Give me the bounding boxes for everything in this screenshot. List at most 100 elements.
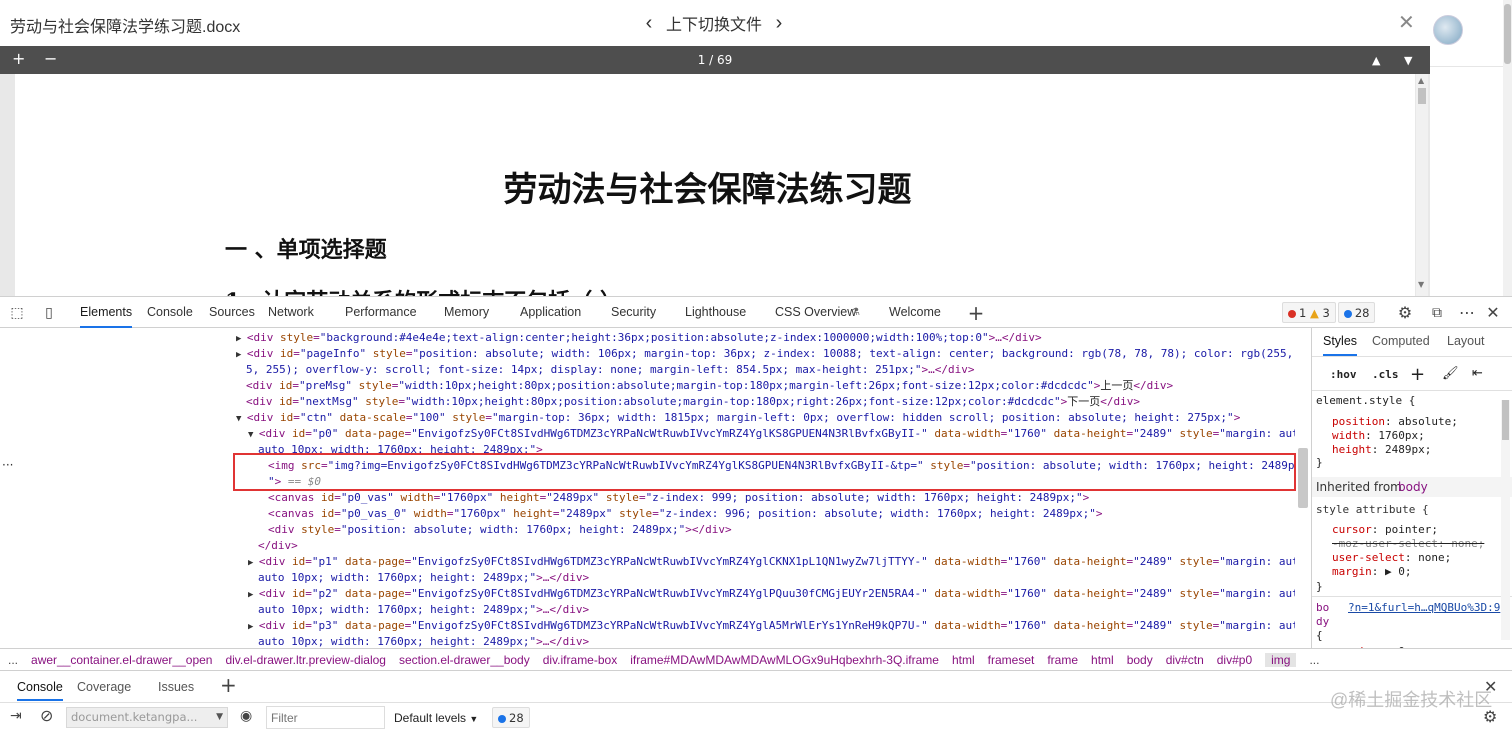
prev-file-chevron-icon[interactable]: ‹ <box>640 12 658 35</box>
css-declaration[interactable]: user-select: none; <box>1332 551 1451 565</box>
issue-badges[interactable]: 1 ▲ 3 28 <box>1282 302 1376 323</box>
scroll-up-arrow-icon[interactable]: ▲ <box>1418 76 1424 85</box>
add-rule-icon[interactable]: + <box>1410 364 1425 385</box>
expand-triangle-icon[interactable]: ▶ <box>248 622 259 632</box>
cls-toggle[interactable]: .cls <box>1372 368 1399 381</box>
tab-network[interactable]: Network <box>268 297 314 328</box>
node-actions-ellipsis[interactable]: ··· <box>2 458 13 472</box>
css-declaration[interactable]: margin: ▶ 0; <box>1332 565 1412 579</box>
collapse-triangle-icon[interactable]: ▼ <box>236 414 247 424</box>
dom-node-line[interactable]: <div style="position: absolute; width: 1… <box>268 522 1295 538</box>
breadcrumb-item[interactable]: section.el-drawer__body <box>399 653 530 667</box>
context-selector[interactable]: document.ketangpa... ▼ <box>66 707 228 728</box>
add-tab-icon[interactable]: + <box>967 303 985 323</box>
tab-sources[interactable]: Sources <box>209 297 255 328</box>
dom-node-line[interactable]: <canvas id="p0_vas_0" width="1760px" hei… <box>268 506 1295 522</box>
breadcrumb-item[interactable]: body <box>1127 653 1153 667</box>
errors-badge[interactable]: 1 ▲ 3 <box>1282 302 1336 323</box>
css-declaration[interactable]: cursor: pointer; <box>1332 523 1438 537</box>
tab-application[interactable]: Application <box>520 297 581 328</box>
document-scrollbar-thumb[interactable] <box>1418 88 1426 104</box>
close-devtools-icon[interactable]: ✕ <box>1484 304 1502 322</box>
tab-lighthouse[interactable]: Lighthouse <box>685 297 746 328</box>
tab-elements[interactable]: Elements <box>80 297 133 328</box>
tab-css-overview[interactable]: CSS Overview <box>775 297 856 328</box>
dom-node-line[interactable]: ▶ <div id="p2" data-page="EnvigofzSy0FCt… <box>248 586 1295 602</box>
dom-node-line[interactable]: <div id="preMsg" style="width:10px;heigh… <box>246 378 1295 394</box>
tab-performance[interactable]: Performance <box>345 297 417 328</box>
live-expression-eye-icon[interactable]: ◉ <box>240 708 252 724</box>
document-scrollbar[interactable]: ▲ ▼ <box>1416 74 1428 296</box>
close-preview-icon[interactable]: ✕ <box>1398 10 1415 34</box>
breadcrumb-item[interactable]: frameset <box>988 653 1035 667</box>
collapse-triangle-icon[interactable]: ▼ <box>248 430 259 440</box>
console-sidebar-icon[interactable]: ⇥ <box>10 708 22 724</box>
page-scrollbar-thumb[interactable] <box>1504 4 1511 64</box>
dom-node-line[interactable]: <div id="nextMsg" style="width:10px;heig… <box>246 394 1295 410</box>
drawer-tab-issues[interactable]: Issues <box>158 680 194 694</box>
tab-layout[interactable]: Layout <box>1447 334 1485 348</box>
expand-triangle-icon[interactable]: ▶ <box>248 558 259 568</box>
drawer-add-tab-icon[interactable]: + <box>220 673 237 697</box>
clear-console-icon[interactable]: ⊘ <box>40 706 53 725</box>
toggle-sidebar-icon[interactable]: ⇤ <box>1472 366 1483 381</box>
breadcrumb-item[interactable]: iframe#MDAwMDAwMDAwMLOGx9uHqbexhrh-3Q.if… <box>630 653 939 667</box>
css-declaration[interactable]: -moz-user-select: none; <box>1332 537 1484 551</box>
dom-node-line[interactable]: ▼ <div id="p0" data-page="EnvigofzSy0FCt… <box>248 426 1295 442</box>
expand-triangle-icon[interactable]: ▶ <box>236 334 247 344</box>
tab-console[interactable]: Console <box>147 297 193 328</box>
log-levels-dropdown[interactable]: Default levels ▼ <box>394 711 478 725</box>
breadcrumb-item[interactable]: html <box>1091 653 1114 667</box>
tab-computed[interactable]: Computed <box>1372 334 1430 348</box>
styles-scrollbar-thumb[interactable] <box>1502 400 1509 440</box>
dom-node-line[interactable]: ▶ <div id="p1" data-page="EnvigofzSy0FCt… <box>248 554 1295 570</box>
more-options-icon[interactable]: ⋯ <box>1458 304 1476 322</box>
breadcrumb-item[interactable]: frame <box>1047 653 1078 667</box>
page-down-icon[interactable]: ▼ <box>1404 52 1412 70</box>
breadcrumb-item[interactable]: awer__container.el-drawer__open <box>31 653 212 667</box>
breadcrumb-item[interactable]: img <box>1265 653 1297 667</box>
tab-security[interactable]: Security <box>611 297 656 328</box>
drawer-tab-coverage[interactable]: Coverage <box>77 680 131 694</box>
page-scrollbar[interactable] <box>1503 0 1512 296</box>
dom-node-line[interactable]: <canvas id="p0_vas" width="1760px" heigh… <box>268 490 1295 506</box>
console-filter-input[interactable] <box>266 706 385 729</box>
dom-node-line[interactable]: auto 10px; width: 1760px; height: 2489px… <box>258 602 1295 618</box>
css-declaration[interactable]: width: 1760px; <box>1332 429 1425 443</box>
body-rule-source-link[interactable]: ?n=1&furl=h…qMQBUo%3D:9 <box>1348 601 1500 615</box>
inspect-element-icon[interactable]: ⬚ <box>8 304 26 322</box>
dom-node-line[interactable]: 5, 255); overflow-y: scroll; font-size: … <box>246 362 1295 378</box>
breadcrumb-item[interactable]: html <box>952 653 975 667</box>
remote-devices-icon[interactable]: ⧉ <box>1428 304 1446 322</box>
expand-triangle-icon[interactable]: ▶ <box>248 590 259 600</box>
hov-toggle[interactable]: :hov <box>1330 368 1357 381</box>
expand-triangle-icon[interactable]: ▶ <box>236 350 247 360</box>
dom-node-line[interactable]: ▶ <div id="p3" data-page="EnvigofzSy0FCt… <box>248 618 1295 634</box>
tab-welcome[interactable]: Welcome <box>889 297 941 328</box>
scroll-down-arrow-icon[interactable]: ▼ <box>1418 280 1424 289</box>
console-messages-badge[interactable]: 28 <box>492 707 530 728</box>
dom-node-line[interactable]: </div> <box>258 538 1295 554</box>
breadcrumb-item[interactable]: div#p0 <box>1217 653 1252 667</box>
dom-node-line[interactable]: ▼ <div id="ctn" data-scale="100" style="… <box>236 410 1295 426</box>
css-declaration[interactable]: position: absolute; <box>1332 415 1458 429</box>
breadcrumb-item[interactable]: ... <box>1309 653 1319 667</box>
styles-scrollbar[interactable] <box>1501 400 1510 640</box>
settings-gear-icon[interactable]: ⚙ <box>1396 304 1414 322</box>
breadcrumb-item[interactable]: ... <box>8 653 18 667</box>
breadcrumb-item[interactable]: div.el-drawer.ltr.preview-dialog <box>225 653 386 667</box>
dom-node-line[interactable]: ▶ <div id="pageInfo" style="position: ab… <box>236 346 1295 362</box>
paint-icon[interactable]: 🖌 <box>1442 366 1459 381</box>
drawer-tab-console[interactable]: Console <box>17 680 63 701</box>
dom-node-line[interactable]: auto 10px; width: 1760px; height: 2489px… <box>258 570 1295 586</box>
breadcrumb-item[interactable]: div#ctn <box>1166 653 1204 667</box>
next-file-chevron-icon[interactable]: › <box>770 12 788 35</box>
css-declaration[interactable]: height: 2489px; <box>1332 443 1431 457</box>
messages-badge[interactable]: 28 <box>1337 302 1376 323</box>
avatar[interactable] <box>1433 15 1463 45</box>
tab-styles[interactable]: Styles <box>1323 334 1358 356</box>
dom-node-line[interactable]: ▶ <div style="background:#4e4e4e;text-al… <box>236 330 1295 346</box>
breadcrumb-item[interactable]: div.iframe-box <box>543 653 617 667</box>
dom-node-line[interactable]: auto 10px; width: 1760px; height: 2489px… <box>258 634 1295 648</box>
elements-scrollbar-thumb[interactable] <box>1298 448 1308 508</box>
